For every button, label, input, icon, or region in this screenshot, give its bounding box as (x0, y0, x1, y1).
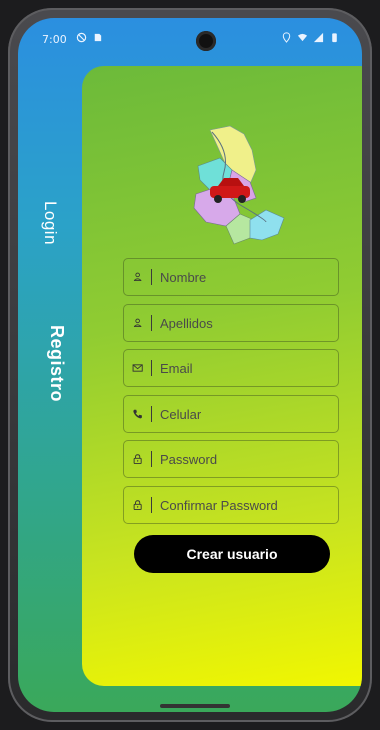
field-separator (151, 497, 152, 513)
tab-registro[interactable]: Registro (46, 325, 67, 402)
celular-field[interactable] (123, 395, 339, 433)
field-separator (151, 315, 152, 331)
map-logo (193, 125, 285, 245)
confirm-password-field[interactable] (123, 486, 339, 524)
phone-frame: 7:00 Login Registro Nombre Apellidos Ema… (8, 8, 372, 722)
status-time: 7:00 (42, 33, 67, 46)
sd-card-icon (94, 33, 102, 42)
field-separator (151, 269, 152, 285)
apellidos-input[interactable] (158, 307, 338, 339)
phone-icon (133, 409, 142, 419)
do-not-disturb-icon (76, 32, 87, 43)
front-camera (196, 31, 216, 51)
status-bar: 7:00 (18, 18, 362, 58)
nombre-field[interactable] (123, 258, 339, 296)
status-system-icons (281, 32, 340, 43)
signal-icon (313, 32, 324, 43)
email-field[interactable] (123, 349, 339, 387)
nombre-input[interactable] (158, 261, 338, 293)
status-notification-icons (76, 32, 103, 43)
location-icon (282, 32, 291, 43)
home-indicator[interactable] (160, 704, 230, 708)
password-field[interactable] (123, 440, 339, 478)
person-icon (133, 318, 142, 327)
create-user-button[interactable]: Crear usuario (134, 535, 330, 573)
password-input[interactable] (158, 443, 338, 475)
register-card: Crear usuario (82, 66, 362, 686)
field-separator (151, 451, 152, 467)
confirm-password-input[interactable] (158, 489, 338, 521)
lock-icon (133, 500, 142, 511)
mail-icon (132, 364, 143, 372)
lock-icon (133, 454, 142, 465)
apellidos-field[interactable] (123, 304, 339, 342)
wifi-icon (297, 33, 308, 42)
app-screen: 7:00 Login Registro Nombre Apellidos Ema… (18, 18, 362, 712)
tab-login[interactable]: Login (40, 201, 60, 245)
email-input[interactable] (158, 352, 338, 384)
battery-icon (332, 33, 337, 43)
field-separator (151, 406, 152, 422)
celular-input[interactable] (158, 398, 338, 430)
person-icon (133, 272, 142, 281)
field-separator (151, 360, 152, 376)
